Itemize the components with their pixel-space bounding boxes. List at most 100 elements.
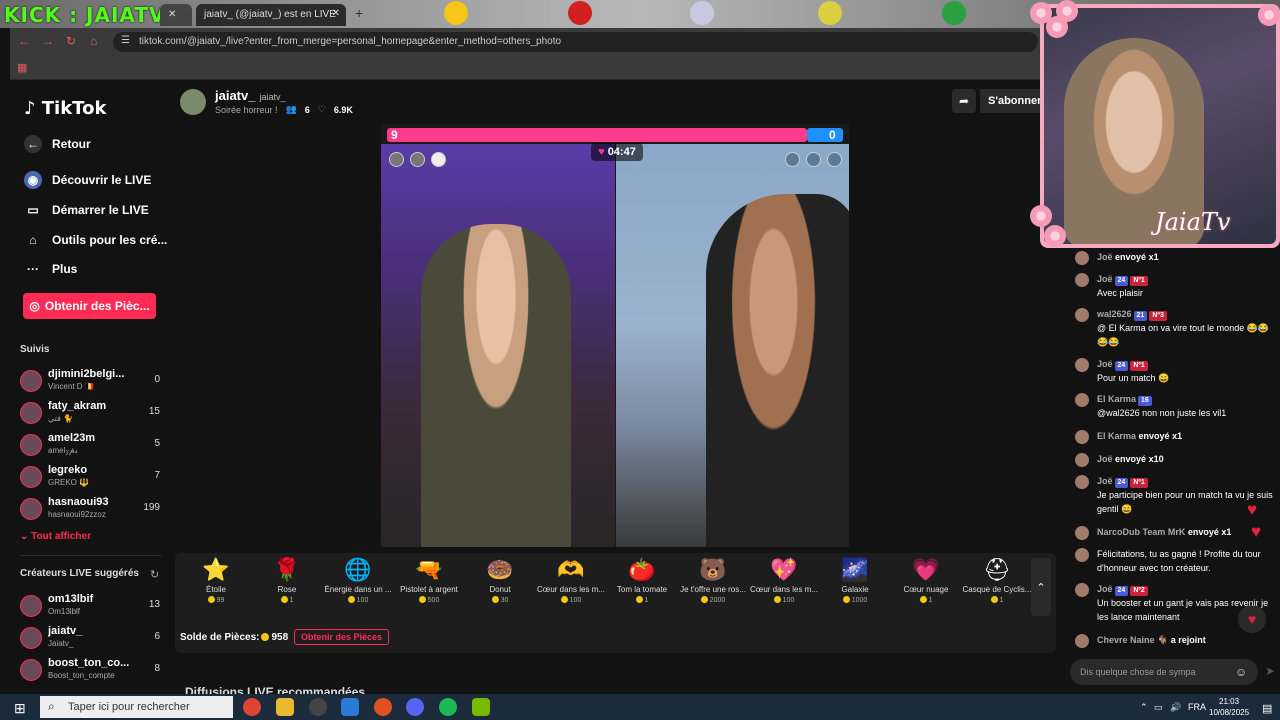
gift-item[interactable]: 🌐 Énergie dans un ... 100	[323, 553, 393, 623]
send-icon[interactable]: ➤	[1265, 664, 1275, 678]
file-explorer-icon[interactable]	[276, 698, 294, 716]
chat-username[interactable]: NarcoDub Team MrK	[1097, 527, 1185, 537]
reload-icon[interactable]: ↻	[66, 34, 76, 48]
chat-message[interactable]: Joë 24 Nº2 Un booster et un gant je vais pa…	[1075, 582, 1273, 624]
live-video[interactable]: 9 0 ♥ 04:47	[381, 124, 849, 547]
streamer-avatar[interactable]	[180, 89, 206, 115]
supporter-avatar[interactable]	[410, 152, 425, 167]
supporter-avatar[interactable]	[785, 152, 800, 167]
expand-gifts-button[interactable]: ⌃	[1031, 558, 1051, 616]
chat-message[interactable]: Chevre Naine 🐐 a rejoint	[1075, 633, 1273, 648]
gift-item[interactable]: 🫶 Cœur dans les m... 100	[536, 553, 606, 623]
new-tab-icon[interactable]: +	[355, 5, 363, 21]
chat-username[interactable]: Joë	[1097, 359, 1113, 369]
followed-account[interactable]: hasnaoui93 hasnaoui92ᴢᴢᴏᴢ 199	[20, 496, 160, 524]
chat-message[interactable]: wal2626 21 Nº3 @ El Karma on va vire tout l…	[1075, 307, 1273, 349]
chat-username[interactable]: wal2626	[1097, 309, 1132, 319]
tab-tiktok-live[interactable]: jaiatv_ (@jaiatv_) est en LIVE ✕	[196, 4, 346, 26]
gift-quantity: x10	[1148, 454, 1164, 464]
chat-username[interactable]: El Karma	[1097, 394, 1136, 404]
gift-item[interactable]: ⭐ Étoile 99	[181, 553, 251, 623]
windows-start-icon[interactable]: ⊞	[14, 700, 26, 717]
close-tab-icon[interactable]: ✕	[332, 8, 340, 19]
app-icon[interactable]	[374, 698, 392, 716]
tab-previous[interactable]: ✕	[160, 4, 192, 26]
notifications-icon[interactable]: ▤	[1262, 702, 1272, 715]
followed-account[interactable]: amel23m amel𝓏𝓅𝓈 5	[20, 432, 160, 460]
chat-username[interactable]: Chevre Naine 🐐	[1097, 635, 1168, 645]
supporter-avatar[interactable]	[806, 152, 821, 167]
spotify-icon[interactable]	[439, 698, 457, 716]
store-icon[interactable]	[341, 698, 359, 716]
get-coins-button-secondary[interactable]: Obtenir des Pièces	[294, 629, 389, 645]
chat-username[interactable]: Joë	[1097, 476, 1113, 486]
network-icon[interactable]: ▭	[1154, 702, 1163, 713]
gift-item[interactable]: 🔫 Pistolet à argent 500	[394, 553, 464, 623]
chat-message[interactable]: Joë 24 Nº1 Pour un match 😄	[1075, 357, 1273, 385]
gift-item[interactable]: 💖 Cœur dans les m... 100	[749, 553, 819, 623]
followed-account[interactable]: djimini2belgi... Vincent D 🇧🇪 0	[20, 368, 160, 396]
suggested-account[interactable]: boost_ton_co... Boost_ton_compte 8	[20, 657, 160, 685]
chat-input[interactable]: Dis quelque chose de sympa	[1070, 659, 1258, 685]
apps-grid-icon[interactable]: ▦	[17, 61, 27, 74]
share-button[interactable]: ➦	[952, 89, 976, 113]
chat-message[interactable]: El Karma envoyé x1	[1075, 429, 1273, 444]
followed-account[interactable]: faty_akram فتي 🐈 15	[20, 400, 160, 428]
back-icon[interactable]: ←	[18, 34, 30, 48]
emoji-icon[interactable]: ☺	[1235, 665, 1247, 679]
gift-price: 1	[607, 596, 677, 604]
nvidia-icon[interactable]	[472, 698, 490, 716]
subscribe-button[interactable]: S'abonner	[980, 89, 1040, 113]
gift-item[interactable]: 💗 Cœur nuage 1	[891, 553, 961, 623]
chat-username[interactable]: Joë	[1097, 274, 1113, 284]
gift-item[interactable]: 🍩 Donut 30	[465, 553, 535, 623]
volume-icon[interactable]: 🔊	[1170, 702, 1181, 713]
show-all-link[interactable]: ⌄ Tout afficher	[20, 531, 91, 542]
chat-message[interactable]: El Karma 16 @wal2626 non non juste les vil…	[1075, 392, 1273, 420]
nav-creator-tools[interactable]: ⌂ Outils pour les cré...	[24, 231, 167, 249]
get-coins-button[interactable]: ◎ Obtenir des Pièc...	[23, 293, 156, 319]
chrome-icon[interactable]	[243, 698, 261, 716]
gift-item[interactable]: 🐻 Je t'offre une ros... 2000	[678, 553, 748, 623]
discord-icon[interactable]	[406, 698, 424, 716]
chat-message[interactable]: Joë 24 Nº1 Avec plaisir	[1075, 272, 1273, 300]
gift-item[interactable]: 🍅 Tom la tomate 1	[607, 553, 677, 623]
tray-chevron-icon[interactable]: ⌃	[1140, 702, 1148, 713]
chat-message[interactable]: Félicitations, tu as gagné ! Profite du …	[1075, 547, 1273, 575]
chat-message[interactable]: Joë envoyé x10	[1075, 452, 1273, 467]
chat-username[interactable]: El Karma	[1097, 431, 1136, 441]
nav-label: Découvrir le LIVE	[52, 173, 152, 187]
language-indicator[interactable]: FRA	[1188, 702, 1206, 712]
supporter-avatar[interactable]	[827, 152, 842, 167]
gift-item[interactable]: ⛑ Casque de Cyclis... 1	[962, 553, 1032, 623]
supporter-avatar[interactable]	[431, 152, 446, 167]
tiktok-logo[interactable]: ♪ TikTok	[24, 98, 106, 119]
gift-item[interactable]: 🌌 Galaxie 1000	[820, 553, 890, 623]
chat-username[interactable]: Joë	[1097, 584, 1113, 594]
chat-username[interactable]: Joë	[1097, 454, 1113, 464]
obs-icon[interactable]	[309, 698, 327, 716]
nav-start-live[interactable]: ▭ Démarrer le LIVE	[24, 201, 148, 219]
nav-discover-live[interactable]: ◉ Découvrir le LIVE	[24, 171, 151, 189]
taskbar-clock[interactable]: 21:03 10/08/2025	[1209, 696, 1249, 718]
suggested-account[interactable]: jaiatv_ Jaiatv_ 6	[20, 625, 160, 653]
chat-username[interactable]: Joë	[1097, 252, 1113, 262]
url-field[interactable]: ☰ tiktok.com/@jaiatv_/live?enter_from_me…	[113, 32, 1038, 52]
chat-message[interactable]: NarcoDub Team MrK envoyé x1	[1075, 525, 1273, 540]
chat-message[interactable]: Joë envoyé x1	[1075, 250, 1273, 265]
streamer-name[interactable]: jaiatv_ jaiatv_	[215, 88, 286, 103]
forward-icon[interactable]: →	[42, 34, 54, 48]
taskbar-search[interactable]: ⌕ Taper ici pour rechercher	[40, 696, 233, 718]
followed-account[interactable]: legreko GREKO 🔱 7	[20, 464, 160, 492]
avatar	[20, 370, 42, 392]
nav-more[interactable]: ··· Plus	[24, 260, 77, 278]
site-info-icon[interactable]: ☰	[121, 35, 130, 46]
chat-message[interactable]: Joë 24 Nº1 Je participe bien pour un match …	[1075, 474, 1273, 516]
suggested-account[interactable]: om13lbif Om13lblf 13	[20, 593, 160, 621]
refresh-icon[interactable]: ↻	[150, 568, 159, 581]
gift-name: Casque de Cyclis...	[962, 585, 1032, 594]
supporter-avatar[interactable]	[389, 152, 404, 167]
back-link[interactable]: ← Retour	[24, 135, 91, 153]
gift-item[interactable]: 🌹 Rose 1	[252, 553, 322, 623]
home-icon[interactable]: ⌂	[90, 34, 97, 48]
